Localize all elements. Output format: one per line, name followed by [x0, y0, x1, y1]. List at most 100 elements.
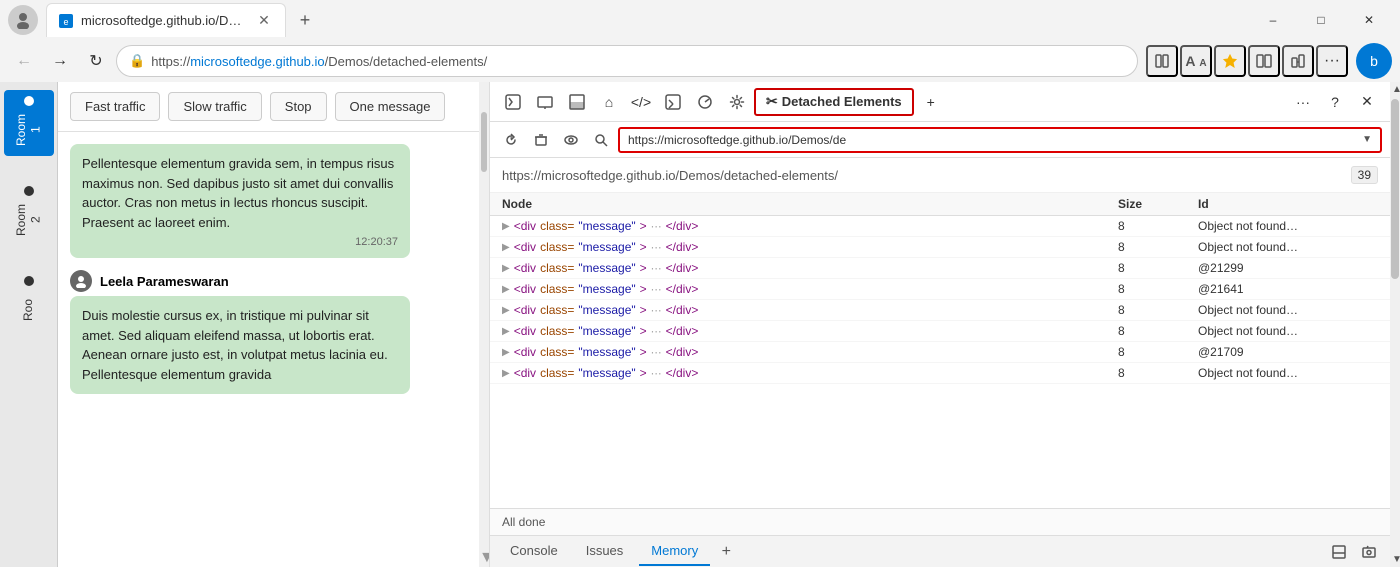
chat-scrollbar[interactable]: ▼ [479, 82, 489, 567]
sidebar-item-room2[interactable]: Room 2 [4, 180, 54, 246]
table-row[interactable]: ▶ <div class="message"> ⋯ </div> 8 Objec… [490, 300, 1390, 321]
chat-messages: Pellentesque elementum gravida sem, in t… [58, 132, 479, 567]
message-time-1: 12:20:37 [82, 236, 398, 248]
lock-icon: 🔒 [129, 53, 145, 69]
table-row[interactable]: ▶ <div class="message"> ⋯ </div> 8 @2129… [490, 258, 1390, 279]
add-bottom-tab-button[interactable]: + [714, 540, 738, 564]
scroll-up-arrow[interactable]: ▲ [1390, 82, 1400, 97]
console-tab[interactable]: Console [498, 538, 570, 566]
slow-traffic-button[interactable]: Slow traffic [168, 92, 261, 121]
devtools-content: https://microsoftedge.github.io/Demos/de… [490, 158, 1390, 535]
table-row[interactable]: ▶ <div class="message"> ⋯ </div> 8 @2170… [490, 342, 1390, 363]
detached-elements-tab[interactable]: ✂ Detached Elements [754, 88, 914, 116]
favorites-button[interactable] [1214, 45, 1246, 77]
expand-icon[interactable]: ▶ [502, 242, 510, 253]
devtools-performance-button[interactable] [690, 87, 720, 117]
message-text-1: Pellentesque elementum gravida sem, in t… [82, 154, 398, 232]
bing-chat-button[interactable]: b [1356, 43, 1392, 79]
minimize-button[interactable]: – [1250, 4, 1296, 36]
devtools-status: All done [490, 508, 1390, 535]
svg-text:b: b [1370, 53, 1378, 69]
forward-button[interactable]: → [44, 45, 76, 77]
devtools-settings-button[interactable] [722, 87, 752, 117]
devtools-close-button[interactable]: ✕ [1352, 87, 1382, 117]
expand-icon[interactable]: ▶ [502, 263, 510, 274]
reading-mode-button[interactable] [1146, 45, 1178, 77]
devtools-inspect-button[interactable] [498, 87, 528, 117]
refresh-button[interactable]: ↻ [80, 45, 112, 77]
tab-title: microsoftedge.github.io/Demos/ [81, 13, 247, 28]
fast-traffic-button[interactable]: Fast traffic [70, 92, 160, 121]
svg-text:e: e [63, 17, 68, 27]
devtools-elements-button[interactable]: </> [626, 87, 656, 117]
room2-dot [24, 186, 34, 196]
expand-icon[interactable]: ▶ [502, 284, 510, 295]
stop-button[interactable]: Stop [270, 92, 327, 121]
memory-tab[interactable]: Memory [639, 538, 710, 566]
dt-table-header: Node Size Id [490, 193, 1390, 216]
tab-close-button[interactable]: ✕ [255, 12, 273, 30]
devtools-scrollbar[interactable]: ▲ ▼ [1390, 82, 1400, 567]
sender-name-2: Leela Parameswaran [100, 274, 229, 289]
devtools-overflow-button[interactable]: ··· [1288, 87, 1318, 117]
devtools-url-bar: https://microsoftedge.github.io/Demos/de… [490, 122, 1390, 158]
sender-avatar-2 [70, 270, 92, 292]
dock-button[interactable] [1326, 539, 1352, 565]
room1-label: Room 1 [14, 110, 43, 150]
extensions-button[interactable] [1282, 45, 1314, 77]
devtools-bottom-tabs: Console Issues Memory + [490, 535, 1390, 567]
maximize-button[interactable]: □ [1298, 4, 1344, 36]
issues-tab[interactable]: Issues [574, 538, 636, 566]
address-bar[interactable]: 🔒 https://microsoftedge.github.io/Demos/… [116, 45, 1138, 77]
dt-delete-button[interactable] [528, 127, 554, 153]
dt-full-url: https://microsoftedge.github.io/Demos/de… [502, 168, 838, 183]
dt-search-button[interactable] [588, 127, 614, 153]
devtools-console-button[interactable] [658, 87, 688, 117]
devtools-help-button[interactable]: ? [1320, 87, 1350, 117]
devtools-more-button[interactable]: + [916, 87, 946, 117]
dt-count-badge: 39 [1351, 166, 1378, 184]
detached-elements-icon: ✂ [766, 93, 778, 110]
table-row[interactable]: ▶ <div class="message"> ⋯ </div> 8 Objec… [490, 237, 1390, 258]
dt-table: Node Size Id ▶ <div class="message"> ⋯ <… [490, 193, 1390, 508]
back-button[interactable]: ← [8, 45, 40, 77]
sidebar-item-room3[interactable]: Roo [4, 270, 54, 336]
one-message-button[interactable]: One message [335, 92, 446, 121]
table-row[interactable]: ▶ <div class="message"> ⋯ </div> 8 Objec… [490, 321, 1390, 342]
col-size: Size [1118, 197, 1198, 211]
url-path: /Demos/detached-elements/ [325, 54, 488, 69]
table-row[interactable]: ▶ <div class="message"> ⋯ </div> 8 Objec… [490, 363, 1390, 384]
sidebar-item-room1[interactable]: Room 1 [4, 90, 54, 156]
scroll-down-arrow[interactable]: ▼ [1390, 552, 1400, 567]
split-screen-button[interactable] [1248, 45, 1280, 77]
devtools-home-button[interactable]: ⌂ [594, 87, 624, 117]
dt-eye-button[interactable] [558, 127, 584, 153]
close-button[interactable]: ✕ [1346, 4, 1392, 36]
expand-icon[interactable]: ▶ [502, 221, 510, 232]
dt-url-input[interactable]: https://microsoftedge.github.io/Demos/de… [618, 127, 1382, 153]
expand-icon[interactable]: ▶ [502, 305, 510, 316]
dt-url-dropdown-icon[interactable]: ▼ [1362, 134, 1372, 145]
profile-avatar[interactable] [8, 5, 38, 35]
url-prefix: https:// [151, 54, 190, 69]
expand-icon[interactable]: ▶ [502, 347, 510, 358]
settings-more-button[interactable]: ··· [1316, 45, 1348, 77]
new-tab-button[interactable]: + [290, 5, 320, 35]
dt-refresh-button[interactable] [498, 127, 524, 153]
devtools-bottom-tools [1326, 539, 1382, 565]
table-row[interactable]: ▶ <div class="message"> ⋯ </div> 8 Objec… [490, 216, 1390, 237]
devtools-dock-button[interactable] [562, 87, 592, 117]
screenshot-button[interactable] [1356, 539, 1382, 565]
devtools-device-button[interactable] [530, 87, 560, 117]
font-size-button[interactable]: A A [1180, 45, 1212, 77]
expand-icon[interactable]: ▶ [502, 326, 510, 337]
message-bubble-2: Duis molestie cursus ex, in tristique mi… [70, 296, 410, 394]
detached-elements-label: Detached Elements [782, 94, 902, 109]
dt-table-body: ▶ <div class="message"> ⋯ </div> 8 Objec… [490, 216, 1390, 384]
chat-scroll-thumb [481, 112, 487, 172]
browser-tab[interactable]: e microsoftedge.github.io/Demos/ ✕ [46, 3, 286, 37]
expand-icon[interactable]: ▶ [502, 368, 510, 379]
table-row[interactable]: ▶ <div class="message"> ⋯ </div> 8 @2164… [490, 279, 1390, 300]
devtools-toolbar: ⌂ </> ✂ Detached Elements + [490, 82, 1390, 122]
scroll-down-arrow[interactable]: ▼ [479, 549, 489, 567]
